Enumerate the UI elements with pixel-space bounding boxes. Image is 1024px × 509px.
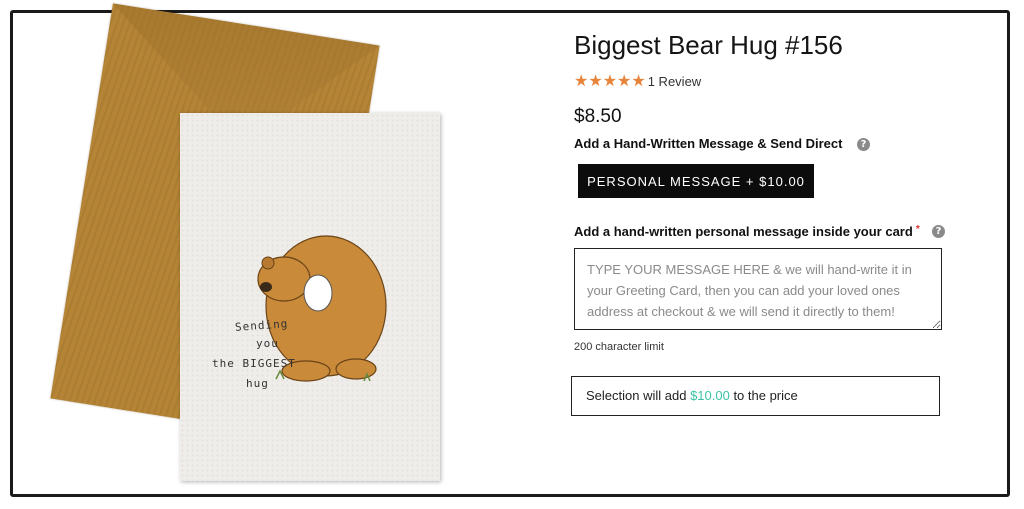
selection-added-price: $10.00 — [690, 388, 730, 403]
selection-price-notice: Selection will add $10.00 to the price — [571, 376, 940, 416]
help-icon[interactable]: ? — [857, 138, 870, 151]
greeting-card-image[interactable]: Sending you the BIGGEST hug — [180, 113, 440, 481]
message-label-text: Add a hand-written personal message insi… — [574, 224, 913, 239]
product-rating[interactable]: ★★★★★ 1 Review — [574, 71, 701, 91]
card-text-line: you — [256, 337, 279, 350]
product-details: Biggest Bear Hug #156 ★★★★★ 1 Review $8.… — [571, 30, 974, 416]
product-title: Biggest Bear Hug #156 — [574, 30, 843, 60]
product-price: $8.50 — [574, 106, 622, 127]
character-limit-note: 200 character limit — [574, 341, 664, 353]
selection-suffix: to the price — [729, 388, 798, 403]
selection-prefix: Selection will add — [586, 388, 691, 403]
required-marker: * — [915, 224, 920, 235]
personal-message-textarea[interactable] — [574, 248, 942, 330]
personal-message-button[interactable]: PERSONAL MESSAGE + $10.00 — [578, 164, 814, 198]
message-field-label: Add a hand-written personal message insi… — [574, 224, 920, 239]
review-count-link[interactable]: 1 Review — [648, 74, 701, 89]
card-text-line: hug — [246, 377, 269, 390]
help-icon[interactable]: ? — [932, 225, 945, 238]
star-rating-icon: ★★★★★ — [574, 73, 646, 90]
card-text-line: the BIGGEST — [212, 357, 296, 370]
send-direct-label: Add a Hand-Written Message & Send Direct — [574, 136, 843, 151]
